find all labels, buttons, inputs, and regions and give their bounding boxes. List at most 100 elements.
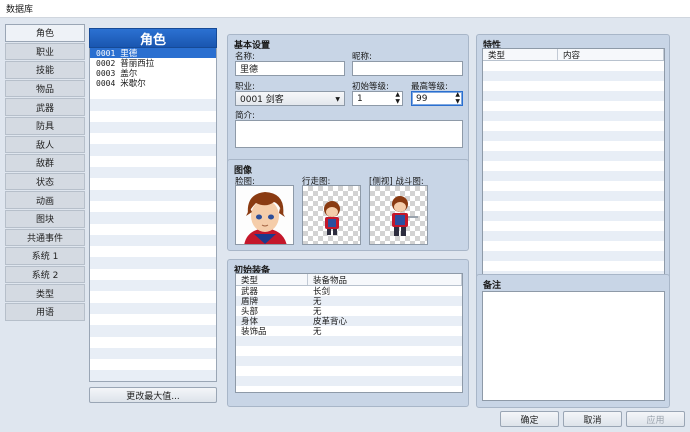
empty-row bbox=[483, 231, 664, 241]
empty-row bbox=[90, 280, 216, 292]
empty-row bbox=[483, 71, 664, 81]
empty-row bbox=[236, 336, 462, 346]
empty-row bbox=[90, 291, 216, 303]
spin-arrows-icon[interactable]: ▲ ▼ bbox=[455, 92, 460, 105]
equipment-panel: 初始装备 类型 装备物品 武器 长剑 盾牌 无 头部 无 身体 皮革背心 装饰品… bbox=[227, 259, 469, 407]
empty-row bbox=[236, 356, 462, 366]
empty-row bbox=[90, 121, 216, 134]
list-item[interactable]: 0003 盖尔 bbox=[90, 68, 216, 80]
empty-row bbox=[483, 61, 664, 71]
equipment-table[interactable]: 类型 装备物品 武器 长剑 盾牌 无 头部 无 身体 皮革背心 装饰品 无 bbox=[235, 273, 463, 393]
tab-weapons[interactable]: 武器 bbox=[5, 98, 85, 116]
empty-row bbox=[483, 121, 664, 131]
table-row[interactable]: 装饰品 无 bbox=[236, 326, 462, 337]
tab-tilesets[interactable]: 图块 bbox=[5, 209, 85, 228]
change-maximum-button[interactable]: 更改最大值... bbox=[89, 387, 217, 403]
empty-row bbox=[90, 268, 216, 281]
profile-textarea[interactable] bbox=[235, 120, 463, 148]
empty-row bbox=[483, 201, 664, 211]
actor-list-panel: 角色 0001 里德 0002 普丽西拉 0003 盖尔 0004 米歇尔 bbox=[89, 28, 217, 382]
tab-skills[interactable]: 技能 bbox=[5, 61, 85, 79]
empty-row bbox=[483, 101, 664, 111]
empty-row bbox=[483, 171, 664, 181]
apply-button[interactable]: 应用 bbox=[626, 411, 685, 427]
spin-arrows-icon[interactable]: ▲ ▼ bbox=[395, 92, 400, 105]
note-textarea[interactable] bbox=[482, 291, 665, 401]
equip-item: 无 bbox=[313, 327, 322, 337]
empty-row bbox=[483, 181, 664, 191]
tab-troops[interactable]: 敌群 bbox=[5, 154, 85, 172]
empty-row bbox=[90, 189, 216, 201]
empty-row bbox=[90, 325, 216, 337]
column-header-type[interactable]: 类型 bbox=[483, 49, 558, 61]
character-image[interactable] bbox=[302, 185, 361, 245]
empty-row bbox=[236, 366, 462, 376]
max-level-stepper[interactable]: 99 ▲ ▼ bbox=[411, 91, 463, 106]
table-row[interactable]: 身体 皮革背心 bbox=[236, 316, 462, 327]
chevron-down-icon: ▼ bbox=[335, 96, 340, 103]
class-select-value: 0001 剑客 bbox=[240, 95, 284, 105]
tab-items[interactable]: 物品 bbox=[5, 79, 85, 98]
table-row[interactable]: 头部 无 bbox=[236, 306, 462, 317]
empty-row bbox=[90, 246, 216, 258]
tab-armors[interactable]: 防具 bbox=[5, 116, 85, 135]
empty-row bbox=[236, 346, 462, 356]
initial-level-stepper[interactable]: 1 ▲ ▼ bbox=[352, 91, 403, 106]
empty-row bbox=[236, 386, 462, 392]
list-item[interactable]: 0004 米歇尔 bbox=[90, 78, 216, 90]
empty-row bbox=[90, 313, 216, 326]
actor-list[interactable]: 0001 里德 0002 普丽西拉 0003 盖尔 0004 米歇尔 bbox=[89, 48, 217, 382]
battler-image[interactable] bbox=[369, 185, 428, 245]
name-field[interactable]: 里德 bbox=[235, 61, 345, 76]
empty-row bbox=[90, 223, 216, 235]
column-header-content[interactable]: 内容 bbox=[558, 49, 664, 61]
tab-types[interactable]: 类型 bbox=[5, 284, 85, 302]
empty-row bbox=[483, 261, 664, 271]
tab-states[interactable]: 状态 bbox=[5, 172, 85, 191]
basic-settings-panel: 基本设置 名称: 里德 昵称: 职业: 0001 剑客 ▼ 初始等级: 1 ▲ ▼… bbox=[227, 34, 469, 169]
column-header-item[interactable]: 装备物品 bbox=[308, 274, 462, 286]
table-row[interactable]: 盾牌 无 bbox=[236, 296, 462, 307]
empty-row bbox=[483, 221, 664, 231]
empty-row bbox=[483, 191, 664, 201]
traits-table[interactable]: 类型 内容 bbox=[482, 48, 665, 277]
tab-animations[interactable]: 动画 bbox=[5, 191, 85, 209]
cancel-button[interactable]: 取消 bbox=[563, 411, 622, 427]
tab-system-2[interactable]: 系统 2 bbox=[5, 265, 85, 284]
walking-sprite-icon bbox=[324, 201, 340, 235]
tab-actors[interactable]: 角色 bbox=[5, 24, 85, 42]
empty-row bbox=[483, 111, 664, 121]
equip-type: 装饰品 bbox=[241, 327, 267, 337]
empty-row bbox=[90, 359, 216, 371]
empty-row bbox=[483, 241, 664, 251]
empty-row bbox=[90, 200, 216, 213]
tab-enemies[interactable]: 敌人 bbox=[5, 135, 85, 154]
tab-system-1[interactable]: 系统 1 bbox=[5, 247, 85, 265]
note-title: 备注 bbox=[483, 281, 502, 291]
empty-row bbox=[90, 178, 216, 190]
empty-row bbox=[90, 110, 216, 122]
traits-table-header: 类型 内容 bbox=[483, 49, 664, 61]
window-title: 数据库 bbox=[6, 5, 34, 15]
tab-terms[interactable]: 用语 bbox=[5, 302, 85, 321]
note-panel: 备注 bbox=[476, 274, 670, 408]
class-select[interactable]: 0001 剑客 ▼ bbox=[235, 91, 345, 106]
empty-row bbox=[483, 81, 664, 91]
column-header-type[interactable]: 类型 bbox=[236, 274, 308, 286]
table-row[interactable]: 武器 长剑 bbox=[236, 286, 462, 297]
list-item[interactable]: 0002 普丽西拉 bbox=[90, 58, 216, 70]
empty-row bbox=[90, 257, 216, 269]
tab-common-events[interactable]: 共通事件 bbox=[5, 228, 85, 247]
empty-row bbox=[90, 302, 216, 314]
tab-classes[interactable]: 职业 bbox=[5, 42, 85, 61]
images-panel: 图像 脸图: 行走图: [侧视] 战斗图: bbox=[227, 159, 469, 251]
face-image[interactable] bbox=[235, 185, 294, 245]
nickname-field[interactable] bbox=[352, 61, 463, 76]
actor-number: 0002 bbox=[96, 58, 116, 68]
empty-row bbox=[236, 376, 462, 386]
empty-row bbox=[483, 161, 664, 171]
empty-row bbox=[483, 91, 664, 101]
empty-row bbox=[90, 88, 216, 100]
ok-button[interactable]: 确定 bbox=[500, 411, 559, 427]
actor-number: 0004 bbox=[96, 78, 116, 88]
